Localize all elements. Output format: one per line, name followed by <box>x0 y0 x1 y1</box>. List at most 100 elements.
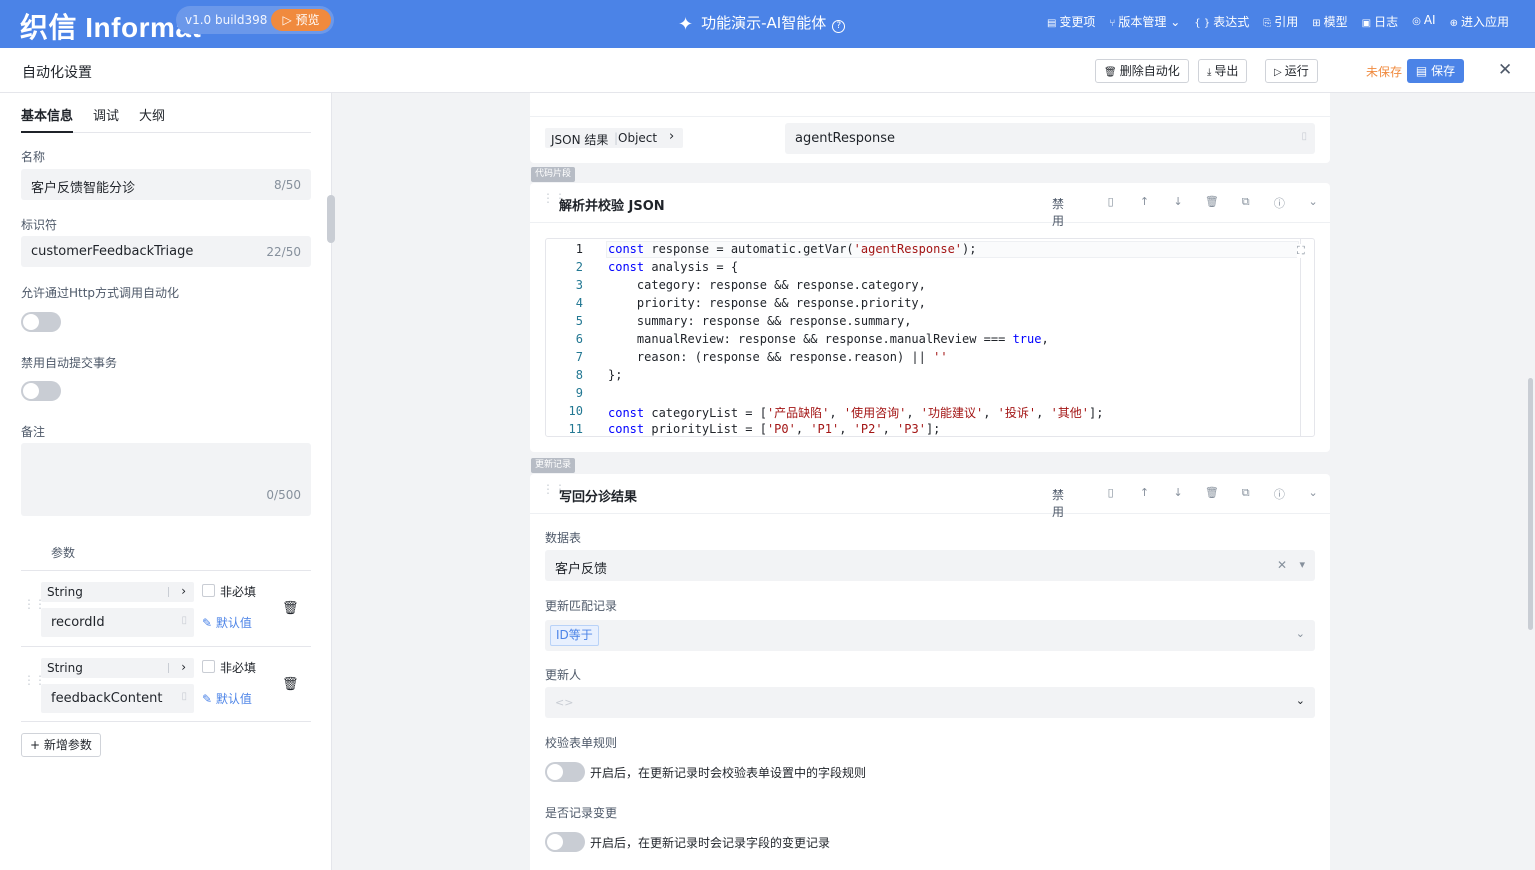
code-token: , <box>882 422 898 436</box>
nav-item-6[interactable]: ◎ AI <box>1412 13 1435 30</box>
document-icon[interactable]: ▯ <box>1094 486 1128 520</box>
chevron-down-icon: ⌄ <box>1295 627 1305 640</box>
type-divider <box>168 587 169 597</box>
unsaved-status: 未保存 <box>1366 65 1403 79</box>
name-value: 客户反馈智能分诊 <box>31 181 136 196</box>
code-line: }; <box>608 368 622 382</box>
code-token: , <box>1041 332 1049 346</box>
chevron-down-icon[interactable]: ⌄ <box>1296 195 1330 229</box>
param-row: ⋮⋮ String › 非必填 recordId ▯ ✎ 默认值 🗑 <box>21 570 311 646</box>
image-icon: ▣ <box>1361 18 1372 29</box>
help-icon[interactable]: ⓘ <box>1263 195 1297 229</box>
disable-button[interactable]: 禁用 <box>1052 486 1076 520</box>
drag-handle-icon[interactable]: ⋮⋮ <box>23 598 46 610</box>
optional-checkbox[interactable] <box>202 584 215 597</box>
braces-icon: { } <box>1194 18 1211 29</box>
expression-icon: <> <box>555 696 574 709</box>
tab-basic-info[interactable]: 基本信息 <box>21 105 74 133</box>
nav-item-7[interactable]: ⊕ 进入应用 <box>1450 13 1509 30</box>
run-button[interactable]: ▷ 运行 <box>1265 59 1318 83</box>
disable-button[interactable]: 禁用 <box>1052 195 1076 229</box>
name-field[interactable]: 客户反馈智能分诊 8/50 <box>21 169 311 200</box>
add-param-button[interactable]: + 新增参数 <box>21 733 101 757</box>
match-tag[interactable]: ID等于 <box>550 625 599 646</box>
nav-item-label: 进入应用 <box>1460 15 1509 29</box>
param-name-field[interactable]: recordId ▯ <box>41 608 194 637</box>
fullscreen-icon[interactable]: ⛶ <box>1297 244 1305 258</box>
clear-icon[interactable]: ✕ <box>1277 558 1287 572</box>
code-token: category: response && response.category, <box>608 278 926 292</box>
arrow-up-icon[interactable]: ↑ <box>1128 486 1162 520</box>
validate-toggle[interactable] <box>545 762 585 782</box>
nav-item-3[interactable]: ⎘ 引用 <box>1263 13 1298 30</box>
nav-item-2[interactable]: { } 表达式 <box>1194 13 1249 30</box>
drag-handle-icon[interactable]: ⋮⋮ <box>542 483 566 495</box>
editor-scrollbar[interactable] <box>1300 239 1301 436</box>
step-type-badge: 更新记录 <box>531 458 576 473</box>
nav-item-4[interactable]: ⊞ 模型 <box>1312 13 1347 30</box>
enter-icon: ⊕ <box>1449 18 1458 29</box>
code-line: manualReview: response && response.manua… <box>608 332 1049 346</box>
tab-debug[interactable]: 调试 <box>93 105 119 124</box>
step-header: ⋮⋮ 解析并校验 JSON 禁用 ▯ ↑ ↓ 🗑 ⧉ ⓘ ⌄ <box>530 183 1330 228</box>
autocommit-toggle[interactable] <box>21 381 61 401</box>
drag-handle-icon[interactable]: ⋮⋮ <box>542 192 566 204</box>
code-token: const <box>608 406 645 420</box>
chevron-down-icon[interactable]: ⌄ <box>1296 486 1330 520</box>
preview-button[interactable]: ▷ 预览 <box>271 9 331 31</box>
default-value-link[interactable]: ✎ 默认值 <box>202 614 252 631</box>
copy-icon[interactable]: ⧉ <box>1229 486 1263 520</box>
export-button[interactable]: ⤓ 导出 <box>1198 59 1248 83</box>
delete-automation-button[interactable]: 🗑 删除自动化 <box>1095 59 1189 83</box>
drag-handle-icon[interactable]: ⋮⋮ <box>23 674 46 686</box>
remark-textarea[interactable]: 0/500 <box>21 443 311 516</box>
log-toggle[interactable] <box>545 832 585 852</box>
trash-icon[interactable]: 🗑 <box>1195 486 1229 520</box>
agent-result-card: JSON 结果 | Object › agentResponse ▯ <box>530 93 1330 163</box>
code-token: priority: response && response.priority, <box>608 296 926 310</box>
line-number: 7 <box>575 350 583 364</box>
nav-item-label: 版本管理 ⌄ <box>1118 15 1181 29</box>
http-toggle[interactable] <box>21 312 61 332</box>
table-value: 客户反馈 <box>555 562 608 577</box>
trash-icon[interactable]: 🗑 <box>282 601 299 616</box>
trash-icon[interactable]: 🗑 <box>1195 195 1229 229</box>
table-select[interactable]: 客户反馈 ✕ ▾ <box>545 550 1315 581</box>
arrow-down-icon[interactable]: ↓ <box>1161 486 1195 520</box>
nav-item-0[interactable]: ▤ 变更项 <box>1047 13 1095 30</box>
code-editor[interactable]: 1 2 3 4 5 6 7 8 9 10 11 const response = automatic… <box>545 238 1315 437</box>
param-type-select[interactable]: String › <box>41 658 194 678</box>
help-icon[interactable]: ⓘ <box>1263 486 1297 520</box>
step-toolbar: 禁用 ▯ ↑ ↓ 🗑 ⧉ ⓘ ⌄ <box>1052 486 1330 520</box>
download-icon: ⤓ <box>1207 67 1212 78</box>
code-token: true <box>1012 332 1042 346</box>
result-variable-field[interactable]: agentResponse ▯ <box>785 123 1315 154</box>
save-button[interactable]: ▤ 保存 <box>1407 59 1464 83</box>
identifier-field[interactable]: customerFeedbackTriage 22/50 <box>21 236 311 267</box>
close-icon[interactable]: ✕ <box>1498 60 1512 80</box>
code-token: const <box>608 260 645 274</box>
code-token: 'P3' <box>897 422 926 436</box>
panel-collapse-handle[interactable] <box>327 195 335 243</box>
default-value-link[interactable]: ✎ 默认值 <box>202 690 252 707</box>
optional-checkbox[interactable] <box>202 660 215 673</box>
json-result-type[interactable]: JSON 结果 | Object › <box>545 128 683 148</box>
name-count: 8/50 <box>274 178 301 192</box>
help-icon[interactable]: ? <box>832 20 846 33</box>
param-name-field[interactable]: feedbackContent ▯ <box>41 684 194 713</box>
tab-outline[interactable]: 大纲 <box>139 105 165 124</box>
document-icon[interactable]: ▯ <box>1094 195 1128 229</box>
version-pill: v1.0 build398 ▷ 预览 <box>176 6 334 34</box>
main-scrollbar[interactable] <box>1528 378 1533 630</box>
trash-icon[interactable]: 🗑 <box>282 677 299 692</box>
arrow-down-icon[interactable]: ↓ <box>1161 195 1195 229</box>
nav-item-5[interactable]: ▣ 日志 <box>1362 13 1398 30</box>
arrow-up-icon[interactable]: ↑ <box>1128 195 1162 229</box>
updater-select[interactable]: <> ⌄ <box>545 687 1315 718</box>
settings-header: 自动化设置 🗑 删除自动化 ⤓ 导出 ▷ 运行 未保存 ▤ 保存 ✕ <box>0 48 1535 93</box>
match-select[interactable]: ID等于 ⌄ <box>545 620 1315 651</box>
line-number: 4 <box>575 296 583 310</box>
copy-icon[interactable]: ⧉ <box>1229 195 1263 229</box>
nav-item-1[interactable]: ⑂ 版本管理 ⌄ <box>1109 13 1180 30</box>
param-type-select[interactable]: String › <box>41 582 194 602</box>
